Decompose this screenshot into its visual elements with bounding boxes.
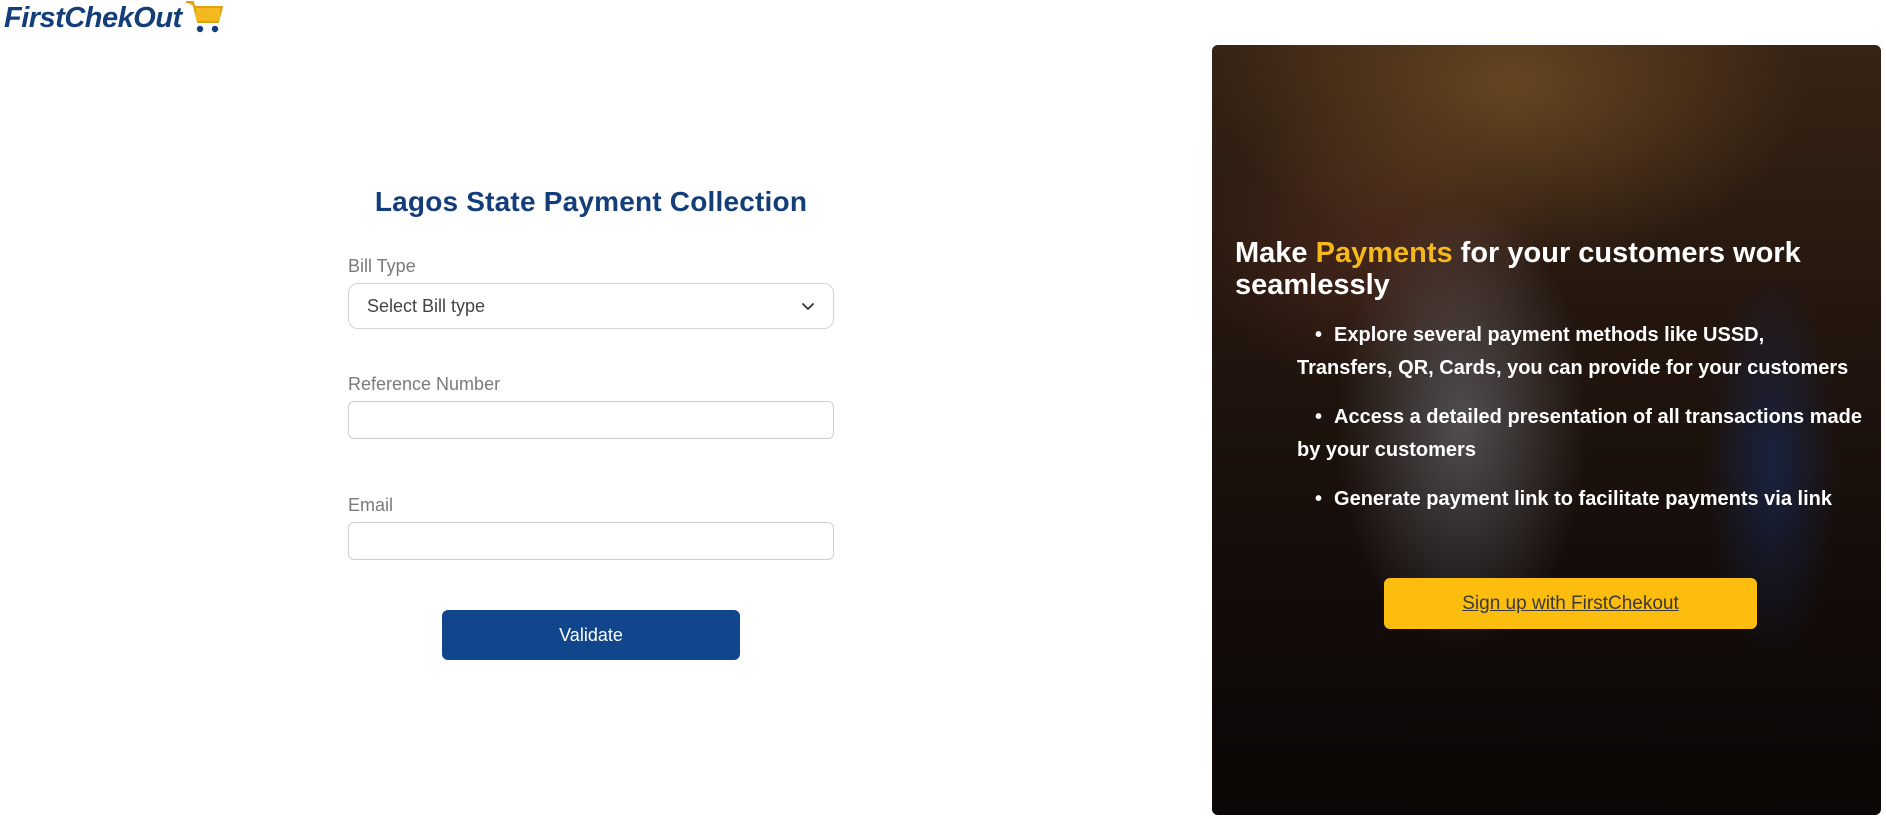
reference-number-input[interactable] bbox=[348, 401, 834, 439]
promo-heading-highlight: Payments bbox=[1315, 237, 1453, 269]
bullet-icon: • bbox=[1315, 324, 1323, 346]
email-group: Email bbox=[348, 495, 834, 560]
bill-type-label: Bill Type bbox=[348, 256, 416, 276]
bullet-icon: • bbox=[1315, 406, 1323, 428]
signup-button[interactable]: Sign up with FirstChekout bbox=[1384, 578, 1757, 629]
bullet-icon: • bbox=[1315, 488, 1323, 510]
validate-button[interactable]: Validate bbox=[442, 610, 740, 660]
promo-content: Make Payments for your customers work se… bbox=[1235, 237, 1865, 629]
email-label: Email bbox=[348, 495, 394, 515]
bill-type-selected-value: Select Bill type bbox=[367, 295, 486, 316]
promo-feature-text: Explore several payment methods like USS… bbox=[1297, 324, 1849, 379]
promo-feature-item: • Access a detailed presentation of all t… bbox=[1297, 401, 1865, 467]
shopping-cart-icon bbox=[185, 1, 223, 33]
chevron-down-icon bbox=[802, 303, 814, 310]
promo-panel: Make Payments for your customers work se… bbox=[1212, 45, 1881, 815]
brand-logo[interactable]: FirstChekOut bbox=[4, 0, 224, 40]
promo-feature-item: • Explore several payment methods like US… bbox=[1297, 319, 1865, 385]
promo-feature-text: Generate payment link to facilitate paym… bbox=[1334, 488, 1832, 510]
promo-feature-text: Access a detailed presentation of all tr… bbox=[1297, 406, 1862, 461]
logo-text: FirstChekOut bbox=[4, 2, 182, 34]
promo-heading-prefix: Make bbox=[1235, 237, 1316, 269]
reference-number-label: Reference Number bbox=[348, 374, 501, 394]
promo-feature-list: • Explore several payment methods like US… bbox=[1235, 319, 1865, 516]
bill-type-select[interactable]: Select Bill type bbox=[348, 283, 834, 329]
promo-feature-item: • Generate payment link to facilitate pay… bbox=[1297, 483, 1865, 516]
bill-type-group: Bill Type Select Bill type bbox=[348, 256, 834, 329]
page-title: Lagos State Payment Collection bbox=[374, 186, 808, 217]
email-input[interactable] bbox=[348, 522, 834, 560]
promo-heading: Make Payments for your customers work se… bbox=[1235, 237, 1865, 301]
payment-form: Lagos State Payment Collection Bill Type… bbox=[348, 186, 834, 660]
reference-group: Reference Number bbox=[348, 374, 834, 439]
